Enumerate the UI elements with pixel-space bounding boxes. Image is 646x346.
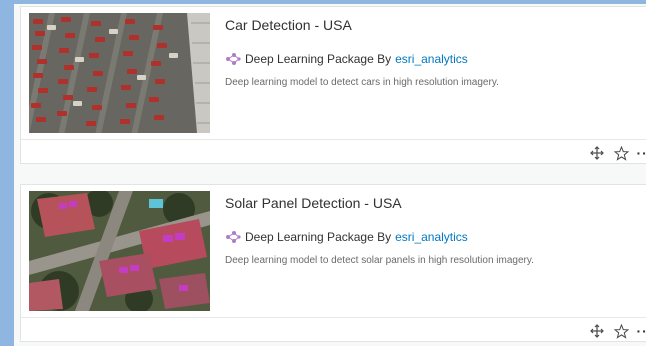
rooftops-aerial-image	[29, 191, 210, 311]
item-title[interactable]: Solar Panel Detection - USA	[225, 195, 402, 211]
result-card: Solar Panel Detection - USA Deep Learnin	[20, 184, 646, 342]
card-divider	[21, 317, 646, 318]
more-options-icon[interactable]: ···	[637, 323, 646, 339]
star-icon[interactable]	[613, 323, 629, 339]
item-thumbnail[interactable]	[29, 191, 210, 311]
screenshot-stage: Car Detection - USA Deep Learning Packag	[0, 0, 646, 346]
star-icon[interactable]	[613, 145, 629, 161]
item-title[interactable]: Car Detection - USA	[225, 17, 352, 33]
card-divider	[21, 139, 646, 140]
move-icon[interactable]	[589, 323, 605, 339]
item-description: Deep learning model to detect cars in hi…	[225, 77, 499, 88]
deep-learning-package-icon	[225, 230, 241, 244]
item-type-label: Deep Learning Package By	[245, 230, 392, 244]
search-results-list: Car Detection - USA Deep Learning Packag	[14, 4, 646, 346]
item-thumbnail[interactable]	[29, 13, 210, 133]
parking-lot-aerial-image	[29, 13, 210, 133]
card-actions: ···	[589, 143, 646, 163]
page-background-left	[0, 0, 14, 346]
result-card: Car Detection - USA Deep Learning Packag	[20, 6, 646, 164]
owner-link[interactable]: esri_analytics	[395, 52, 468, 66]
item-type-label: Deep Learning Package By	[245, 52, 392, 66]
card-actions: ···	[589, 321, 646, 341]
move-icon[interactable]	[589, 145, 605, 161]
more-options-icon[interactable]: ···	[637, 145, 646, 161]
deep-learning-package-icon	[225, 52, 241, 66]
item-type-row: Deep Learning Package By esri_analytics	[225, 52, 468, 66]
item-type-row: Deep Learning Package By esri_analytics	[225, 230, 468, 244]
item-description: Deep learning model to detect solar pane…	[225, 255, 534, 266]
owner-link[interactable]: esri_analytics	[395, 230, 468, 244]
